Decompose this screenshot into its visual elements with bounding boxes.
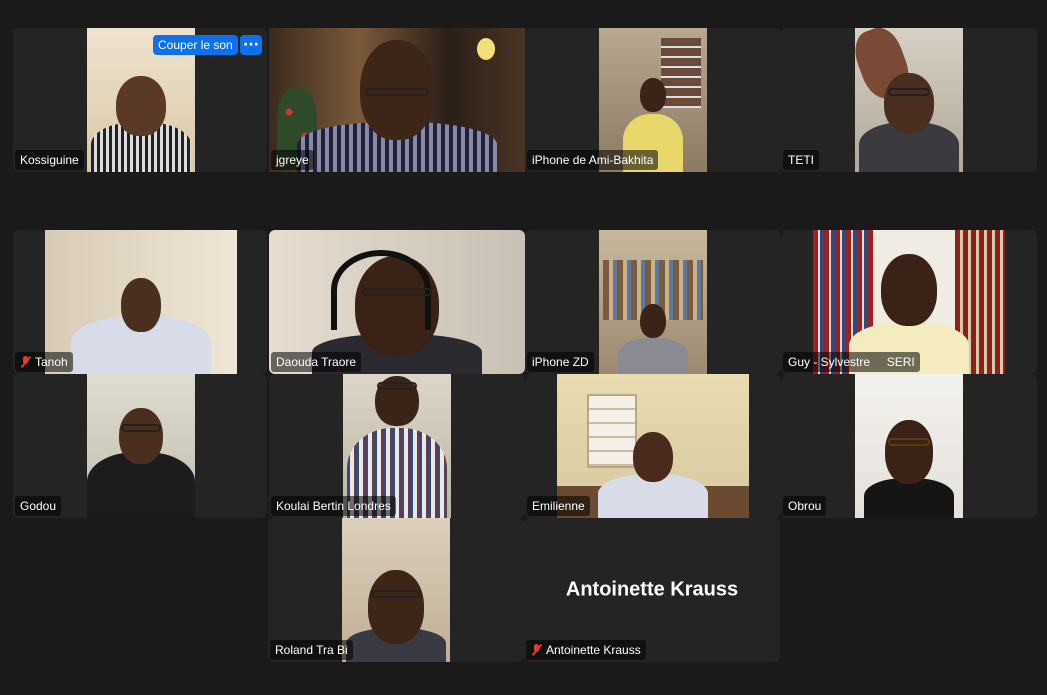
participant-tile-godou[interactable]: Godou (13, 374, 267, 518)
name-tag: Kossiguine (15, 150, 84, 170)
name-tag: iPhone de Ami-Bakhita (527, 150, 659, 170)
participant-tile-roland-tra-bi[interactable]: Roland Tra Bi (268, 518, 524, 662)
video-feed (599, 230, 707, 374)
participant-tile-iphone-ami-bakhita[interactable]: iPhone de Ami-Bakhita (525, 28, 781, 172)
name-tag: Tanoh (15, 352, 73, 372)
participant-display-name: Antoinette Krauss (565, 578, 739, 601)
participant-tile-emilienne[interactable]: Emilienne (525, 374, 781, 518)
name-tag: Antoinette Krauss (526, 640, 646, 660)
name-tag: Obrou (783, 496, 827, 516)
name-tag: Koulai Bertin Londres (271, 496, 396, 516)
name-tag: Godou (15, 496, 62, 516)
name-tag: TETI (783, 150, 819, 170)
more-options-button[interactable]: ··· (240, 35, 262, 55)
participant-tile-daouda-traore[interactable]: Daouda Traore (269, 230, 525, 374)
name-tag: jgreye (271, 150, 314, 170)
participant-tile-teti[interactable]: TETI (781, 28, 1037, 172)
name-tag: Emilienne (527, 496, 590, 516)
participant-tile-iphone-zd[interactable]: iPhone ZD (525, 230, 781, 374)
mic-muted-icon (531, 644, 542, 656)
participant-tile-koulai-bertin-londres[interactable]: Koulai Bertin Londres (269, 374, 525, 518)
participant-tile-obrou[interactable]: Obrou (781, 374, 1037, 518)
participant-tile-antoinette-krauss[interactable]: Antoinette Krauss Antoinette Krauss (524, 518, 780, 662)
mic-muted-icon (20, 356, 31, 368)
unmute-button[interactable]: Couper le son (153, 35, 238, 55)
name-tag: iPhone ZD (527, 352, 594, 372)
video-feed (855, 28, 963, 172)
name-tag: Guy - Sylvestre SERI (783, 352, 920, 372)
video-feed (342, 518, 450, 662)
name-tag: Daouda Traore (271, 352, 362, 372)
video-feed (87, 374, 195, 518)
video-feed (45, 230, 237, 374)
name-tag: Roland Tra Bi (270, 640, 353, 660)
participant-tile-guy-sylvestre-seri[interactable]: Guy - Sylvestre SERI (781, 230, 1037, 374)
participant-tile-tanoh[interactable]: Tanoh (13, 230, 267, 374)
video-feed (855, 374, 963, 518)
participant-tile-jgreye[interactable]: jgreye (269, 28, 525, 172)
